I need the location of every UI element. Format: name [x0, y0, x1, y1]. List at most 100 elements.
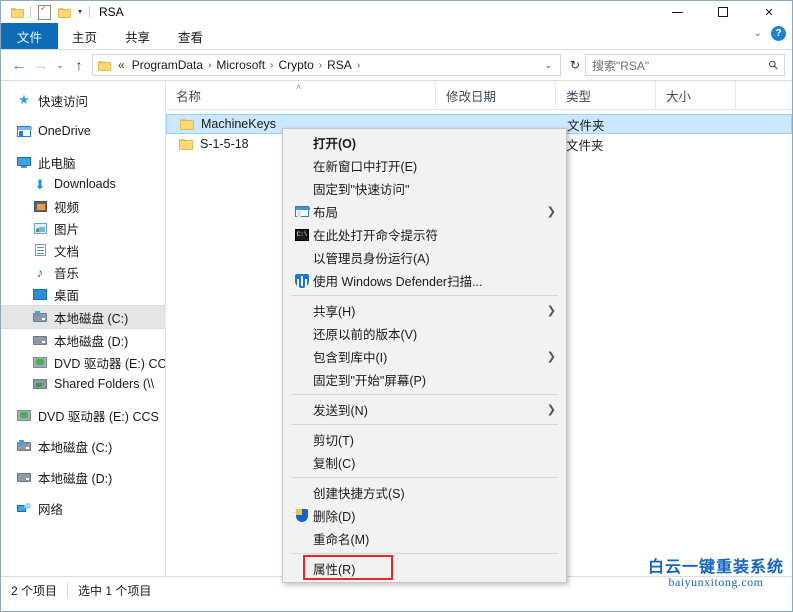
sidebar-item-desktop[interactable]: 桌面 — [1, 283, 165, 305]
menu-item-properties[interactable]: 属性(R) — [283, 555, 566, 580]
sidebar-item-music[interactable]: ♪ 音乐 — [1, 261, 165, 283]
sidebar-item-label: 快速访问 — [38, 94, 89, 109]
sidebar-item-onedrive[interactable]: OneDrive — [1, 120, 165, 142]
refresh-icon[interactable]: ↻ — [565, 58, 585, 72]
breadcrumb-item-programdata[interactable]: ProgramData — [128, 58, 207, 72]
drive-icon — [15, 472, 33, 482]
menu-item-pin-quick-access[interactable]: 固定到"快速访问" — [283, 177, 566, 200]
menu-item-open-new-window[interactable]: 在新窗口中打开(E) — [283, 154, 566, 177]
back-button[interactable]: ← — [8, 53, 30, 77]
submenu-chevron-right-icon: ❯ — [546, 351, 556, 363]
video-icon — [31, 200, 49, 212]
sidebar-item-label: 图片 — [54, 222, 80, 237]
menu-item-label: 还原以前的版本(V) — [313, 328, 418, 342]
menu-item-delete[interactable]: 删除(D) — [283, 504, 566, 527]
menu-item-layout[interactable]: 布局 ❯ — [283, 200, 566, 223]
breadcrumb-separator-4[interactable]: › — [356, 60, 361, 71]
sidebar-gap-1 — [1, 111, 165, 120]
menu-item-cut[interactable]: 剪切(T) — [283, 428, 566, 451]
menu-separator — [291, 424, 558, 425]
breadcrumb-item-crypto[interactable]: Crypto — [274, 58, 317, 72]
help-icon[interactable]: ? — [771, 26, 786, 41]
forward-button[interactable]: → — [30, 53, 52, 77]
folder-icon — [180, 118, 194, 130]
menu-item-open[interactable]: 打开(O) — [283, 131, 566, 154]
qat-new-folder-icon[interactable] — [54, 2, 74, 22]
sidebar-item-label: 桌面 — [54, 288, 80, 303]
qat-folder-icon[interactable] — [7, 2, 27, 22]
up-button[interactable]: ↑ — [68, 53, 90, 77]
menu-item-send-to[interactable]: 发送到(N) ❯ — [283, 398, 566, 421]
menu-item-share[interactable]: 共享(H) ❯ — [283, 299, 566, 322]
breadcrumb[interactable]: « ProgramData › Microsoft › Crypto › RSA… — [92, 54, 561, 76]
menu-item-restore-previous-versions[interactable]: 还原以前的版本(V) — [283, 322, 566, 345]
status-item-count: 2 个项目 — [11, 583, 58, 598]
sidebar-item-label: Downloads — [54, 177, 116, 191]
star-icon: ★ — [18, 92, 30, 107]
menu-item-label: 在新窗口中打开(E) — [313, 160, 418, 174]
column-header-type[interactable]: 类型 — [556, 81, 656, 109]
search-box[interactable]: 搜索"RSA" ⚲ — [585, 54, 785, 76]
close-button[interactable]: ✕ — [746, 1, 792, 23]
menu-item-run-as-administrator[interactable]: 以管理员身份运行(A) — [283, 246, 566, 269]
sidebar-item-network[interactable]: 网络 — [1, 497, 165, 519]
sidebar-item-videos[interactable]: 视频 — [1, 195, 165, 217]
menu-item-defender-scan[interactable]: 使用 Windows Defender扫描... — [283, 269, 566, 292]
sidebar-item-shared-folders[interactable]: Shared Folders (\\ — [1, 373, 165, 395]
column-header-size[interactable]: 大小 — [656, 81, 736, 109]
sidebar-item-dvd-drive-e-root[interactable]: DVD 驱动器 (E:) CCS — [1, 404, 165, 426]
tab-home[interactable]: 主页 — [58, 23, 111, 49]
sidebar-item-local-disk-c-root[interactable]: 本地磁盘 (C:) — [1, 435, 165, 457]
recent-locations-button[interactable]: ⌄ — [52, 53, 68, 77]
menu-item-label: 共享(H) — [313, 305, 356, 319]
sidebar-item-pictures[interactable]: 图片 — [1, 217, 165, 239]
menu-separator — [291, 477, 558, 478]
sidebar-item-dvd-drive-e[interactable]: DVD 驱动器 (E:) CC — [1, 351, 165, 373]
menu-item-create-shortcut[interactable]: 创建快捷方式(S) — [283, 481, 566, 504]
submenu-chevron-right-icon: ❯ — [546, 206, 556, 218]
menu-item-label: 剪切(T) — [313, 434, 354, 448]
menu-item-rename[interactable]: 重命名(M) — [283, 527, 566, 550]
breadcrumb-chevron-down-icon[interactable]: ⌄ — [538, 60, 558, 71]
maximize-button[interactable] — [700, 1, 746, 23]
qat-chevron-down-icon[interactable]: ▾ — [74, 8, 86, 16]
qat-properties-icon[interactable] — [34, 2, 54, 22]
column-headers: 名称 ˄ 修改日期 类型 大小 — [166, 81, 792, 110]
dvd-icon — [15, 409, 33, 421]
sidebar-item-label: DVD 驱动器 (E:) CC — [54, 356, 165, 371]
menu-item-label: 创建快捷方式(S) — [313, 487, 405, 501]
ribbon-collapse-chevron-down-icon[interactable]: ⌄ — [754, 28, 762, 39]
menu-item-open-command-prompt[interactable]: C:\ 在此处打开命令提示符 — [283, 223, 566, 246]
tab-file[interactable]: 文件 — [1, 23, 59, 49]
menu-item-pin-to-start[interactable]: 固定到"开始"屏幕(P) — [283, 368, 566, 391]
quick-access-toolbar: ▾ — [7, 2, 93, 22]
minimize-button[interactable] — [654, 1, 700, 23]
music-icon: ♪ — [36, 264, 44, 280]
menu-separator — [291, 394, 558, 395]
breadcrumb-item-rsa[interactable]: RSA — [323, 58, 356, 72]
sidebar-item-local-disk-d[interactable]: 本地磁盘 (D:) — [1, 329, 165, 351]
shared-folder-icon — [31, 379, 49, 389]
sidebar-gap-3 — [1, 395, 165, 404]
sidebar-item-downloads[interactable]: ⬇ Downloads — [1, 173, 165, 195]
menu-item-label: 打开(O) — [313, 137, 357, 151]
breadcrumb-item-microsoft[interactable]: Microsoft — [212, 58, 269, 72]
tab-share[interactable]: 共享 — [111, 23, 164, 49]
sidebar-item-quick-access[interactable]: ★ 快速访问 — [1, 89, 165, 111]
column-header-date[interactable]: 修改日期 — [436, 81, 556, 109]
column-header-name[interactable]: 名称 ˄ — [166, 81, 436, 109]
menu-item-copy[interactable]: 复制(C) — [283, 451, 566, 474]
menu-item-include-in-library[interactable]: 包含到库中(I) ❯ — [283, 345, 566, 368]
menu-item-label: 布局 — [313, 206, 339, 220]
download-icon: ⬇ — [34, 176, 46, 192]
tab-view[interactable]: 查看 — [164, 23, 217, 49]
navigation-pane: ★ 快速访问 OneDrive 此电脑 ⬇ Downloads 视频 图片 文档… — [1, 81, 166, 576]
menu-item-label: 发送到(N) — [313, 404, 368, 418]
sidebar-item-local-disk-d-root[interactable]: 本地磁盘 (D:) — [1, 466, 165, 488]
window-controls: ✕ — [654, 1, 792, 23]
sidebar-item-local-disk-c[interactable]: 本地磁盘 (C:) — [1, 305, 165, 329]
desktop-icon — [31, 288, 49, 300]
sidebar-item-documents[interactable]: 文档 — [1, 239, 165, 261]
sidebar-item-this-pc[interactable]: 此电脑 — [1, 151, 165, 173]
search-input[interactable]: 搜索"RSA" — [592, 57, 769, 74]
